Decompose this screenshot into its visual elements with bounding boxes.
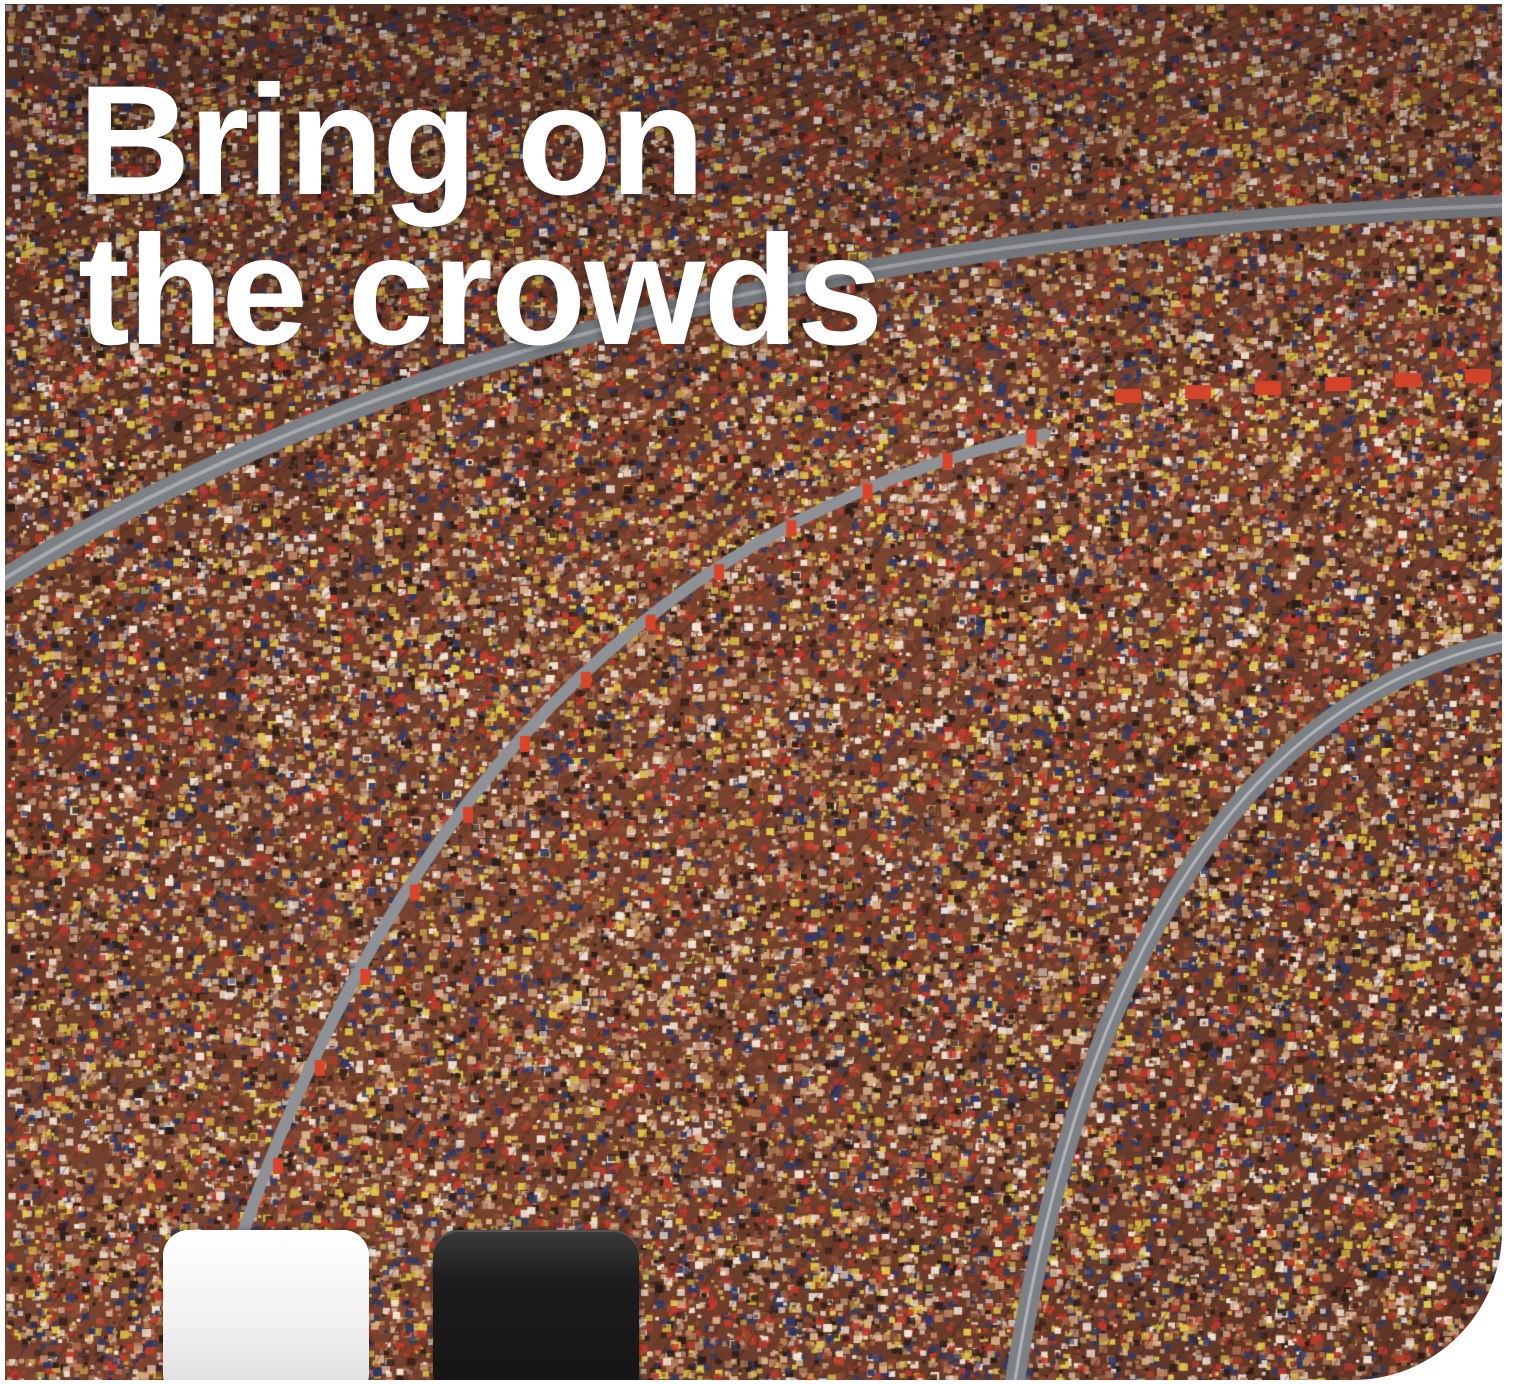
headline-line-2: the crowds (78, 204, 883, 378)
promo-card: Bring on the crowds (5, 4, 1502, 1380)
black-device (433, 1230, 639, 1380)
white-device (163, 1230, 369, 1380)
headline: Bring on the crowds (78, 54, 883, 378)
headline-line-1: Bring on (78, 54, 705, 228)
